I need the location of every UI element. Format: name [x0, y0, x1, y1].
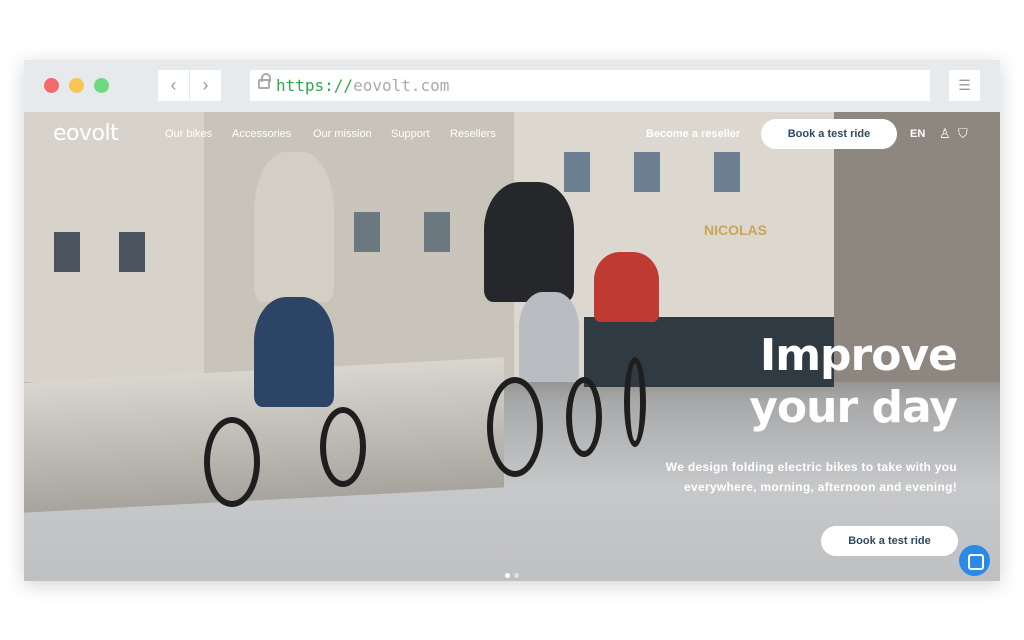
- rider-2-legs: [519, 292, 579, 382]
- chevron-right-icon: ›: [202, 75, 209, 95]
- site-nav: eovolt Our bikes Accessories Our mission…: [24, 112, 1000, 156]
- slide-dot-active[interactable]: [505, 573, 510, 578]
- user-icon[interactable]: ♙: [939, 126, 951, 142]
- minimize-window-button[interactable]: [69, 78, 84, 93]
- rider-1: [254, 152, 334, 302]
- bike-wheel: [566, 377, 602, 457]
- window: [354, 212, 380, 252]
- bike-wheel: [624, 357, 646, 447]
- hero-title: Improve your day: [749, 330, 958, 434]
- back-button[interactable]: ‹: [158, 70, 189, 101]
- language-switcher[interactable]: EN: [910, 128, 925, 140]
- browser-toolbar: ‹ › https://eovolt.com ☰: [24, 60, 1000, 112]
- slide-dot[interactable]: [514, 573, 519, 578]
- title-line-2: your day: [749, 382, 958, 433]
- rider-3: [594, 252, 659, 322]
- maximize-window-button[interactable]: [94, 78, 109, 93]
- chat-button[interactable]: [959, 545, 990, 576]
- window: [424, 212, 450, 252]
- chevron-left-icon: ‹: [170, 75, 177, 95]
- hero-subtitle: We design folding electric bikes to take…: [665, 460, 957, 494]
- window: [714, 152, 740, 192]
- bike-wheel: [487, 377, 543, 477]
- nav-our-bikes[interactable]: Our bikes: [165, 128, 212, 140]
- nav-support[interactable]: Support: [391, 128, 430, 140]
- bag-icon[interactable]: ⛉: [958, 126, 968, 142]
- url-protocol: https://: [276, 76, 354, 95]
- address-bar[interactable]: https://eovolt.com: [250, 70, 930, 101]
- title-line-1: Improve: [759, 330, 958, 381]
- nav-resellers[interactable]: Resellers: [450, 128, 496, 140]
- window: [564, 152, 590, 192]
- nav-book-test-ride-button[interactable]: Book a test ride: [761, 119, 897, 149]
- rider-1-legs: [254, 297, 334, 407]
- browser-window: ‹ › https://eovolt.com ☰ NICOLAS eovolt …: [24, 60, 1000, 581]
- hero-section: NICOLAS eovolt Our bikes Accessories Our…: [24, 112, 1000, 581]
- window: [119, 232, 145, 272]
- close-window-button[interactable]: [44, 78, 59, 93]
- hero-book-test-ride-button[interactable]: Book a test ride: [821, 526, 958, 556]
- url-domain: eovolt.com: [353, 76, 450, 95]
- bike-wheel: [320, 407, 366, 487]
- shop-sign: NICOLAS: [704, 222, 767, 238]
- bike-wheel: [204, 417, 260, 507]
- rider-2: [484, 182, 574, 302]
- settings-button[interactable]: ☰: [949, 70, 980, 101]
- window: [634, 152, 660, 192]
- nav-our-mission[interactable]: Our mission: [313, 128, 372, 140]
- forward-button[interactable]: ›: [190, 70, 221, 101]
- eovolt-logo[interactable]: eovolt: [53, 121, 119, 146]
- window: [54, 232, 80, 272]
- lock-icon: [258, 73, 271, 89]
- nav-accessories[interactable]: Accessories: [232, 128, 291, 140]
- become-reseller-link[interactable]: Become a reseller: [646, 128, 740, 140]
- sliders-icon: ☰: [958, 77, 971, 93]
